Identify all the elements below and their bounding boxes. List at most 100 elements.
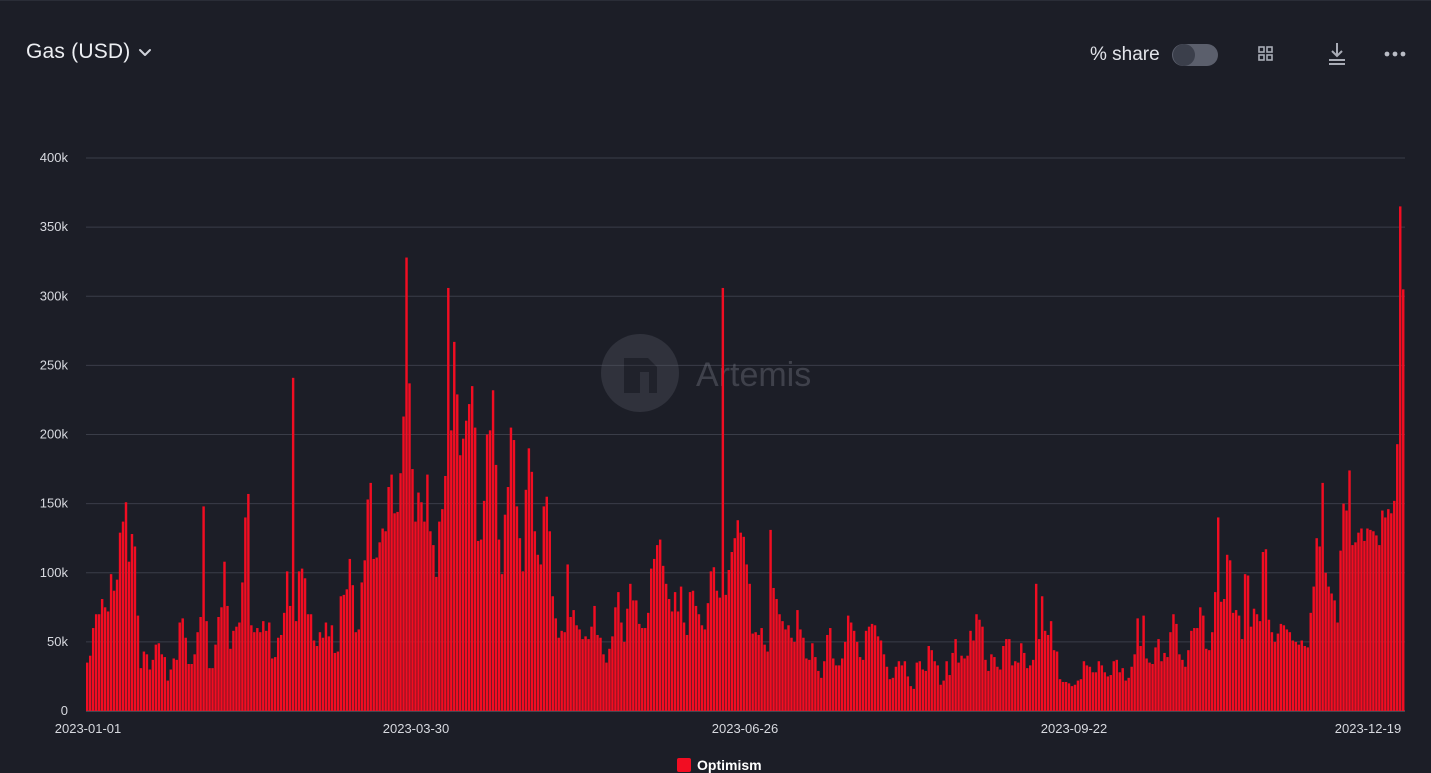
bar[interactable] [960,655,963,711]
bar[interactable] [97,614,101,711]
bar[interactable] [1234,610,1238,711]
bar[interactable] [139,668,143,711]
bar[interactable] [196,632,199,711]
bar[interactable] [993,657,996,711]
bar[interactable] [999,669,1002,711]
bar[interactable] [682,622,686,711]
bar[interactable] [915,662,919,711]
bar[interactable] [712,567,716,711]
bar[interactable] [1318,546,1321,711]
bar[interactable] [808,659,811,711]
bar[interactable] [327,636,331,711]
bar[interactable] [342,594,346,711]
bar[interactable] [1327,586,1330,711]
bar[interactable] [551,596,554,711]
bar[interactable] [459,455,462,711]
bar[interactable] [1285,629,1289,711]
bar[interactable] [1067,683,1071,711]
bar[interactable] [647,612,650,711]
bar[interactable] [1070,686,1074,711]
bar[interactable] [238,622,241,711]
bar[interactable] [366,499,369,711]
bar[interactable] [384,531,387,711]
bar[interactable] [670,611,674,711]
bar[interactable] [1264,549,1268,711]
bar[interactable] [303,578,307,711]
bar[interactable] [515,506,519,711]
bar[interactable] [620,622,623,711]
bar[interactable] [1219,601,1223,711]
bar[interactable] [1375,535,1378,711]
bar[interactable] [488,430,492,711]
bar[interactable] [420,502,423,711]
bar[interactable] [709,571,713,711]
bar[interactable] [336,651,340,711]
bar[interactable] [796,610,799,711]
bar[interactable] [608,648,611,711]
bar[interactable] [817,670,820,711]
bar[interactable] [115,579,119,711]
bar[interactable] [1399,206,1402,711]
bar[interactable] [142,651,146,711]
bar[interactable] [265,630,268,711]
bar[interactable] [1106,676,1110,711]
bar[interactable] [605,662,608,711]
bar[interactable] [697,614,701,711]
bar[interactable] [220,607,223,711]
bar[interactable] [1193,628,1196,711]
bar[interactable] [321,637,325,711]
bar[interactable] [727,569,731,711]
bar[interactable] [578,629,581,711]
bar[interactable] [885,666,889,711]
bar[interactable] [673,592,677,711]
bar[interactable] [1276,633,1280,711]
bar[interactable] [599,637,602,711]
bar[interactable] [790,637,793,711]
bar[interactable] [297,571,301,711]
bar[interactable] [1014,661,1017,711]
bar[interactable] [1360,528,1363,711]
bar[interactable] [775,599,778,711]
bar[interactable] [1390,513,1393,711]
bar[interactable] [1008,639,1011,711]
bar[interactable] [369,482,372,711]
bar[interactable] [169,669,172,711]
bar[interactable] [1052,650,1056,711]
bar[interactable] [700,625,704,711]
bar[interactable] [1258,621,1262,711]
bar[interactable] [190,664,193,711]
bar[interactable] [1270,632,1274,711]
bar[interactable] [133,546,137,711]
bar[interactable] [900,665,904,711]
bar[interactable] [1029,665,1032,711]
bar[interactable] [456,394,459,711]
bar[interactable] [306,614,310,711]
bar[interactable] [927,646,930,711]
bar[interactable] [100,599,104,711]
bar[interactable] [623,641,626,712]
bar[interactable] [575,625,578,711]
bar[interactable] [912,688,916,711]
bar[interactable] [1133,654,1136,711]
bar[interactable] [861,659,865,711]
bar[interactable] [739,532,742,711]
bar[interactable] [664,583,668,711]
bar[interactable] [864,630,868,711]
bar[interactable] [1178,654,1181,711]
bar[interactable] [112,590,116,711]
bar[interactable] [309,614,313,711]
bar[interactable] [1124,680,1127,711]
bar[interactable] [876,636,880,711]
bar[interactable] [987,670,990,711]
bar[interactable] [1130,666,1133,711]
bar[interactable] [593,605,596,711]
bar[interactable] [276,637,280,711]
bar[interactable] [345,589,349,711]
bar[interactable] [1315,538,1318,711]
bar[interactable] [679,586,683,711]
bar[interactable] [1073,684,1077,711]
bar[interactable] [858,657,862,711]
bar[interactable] [1279,623,1283,711]
bar[interactable] [1330,593,1333,711]
bar[interactable] [563,632,566,711]
